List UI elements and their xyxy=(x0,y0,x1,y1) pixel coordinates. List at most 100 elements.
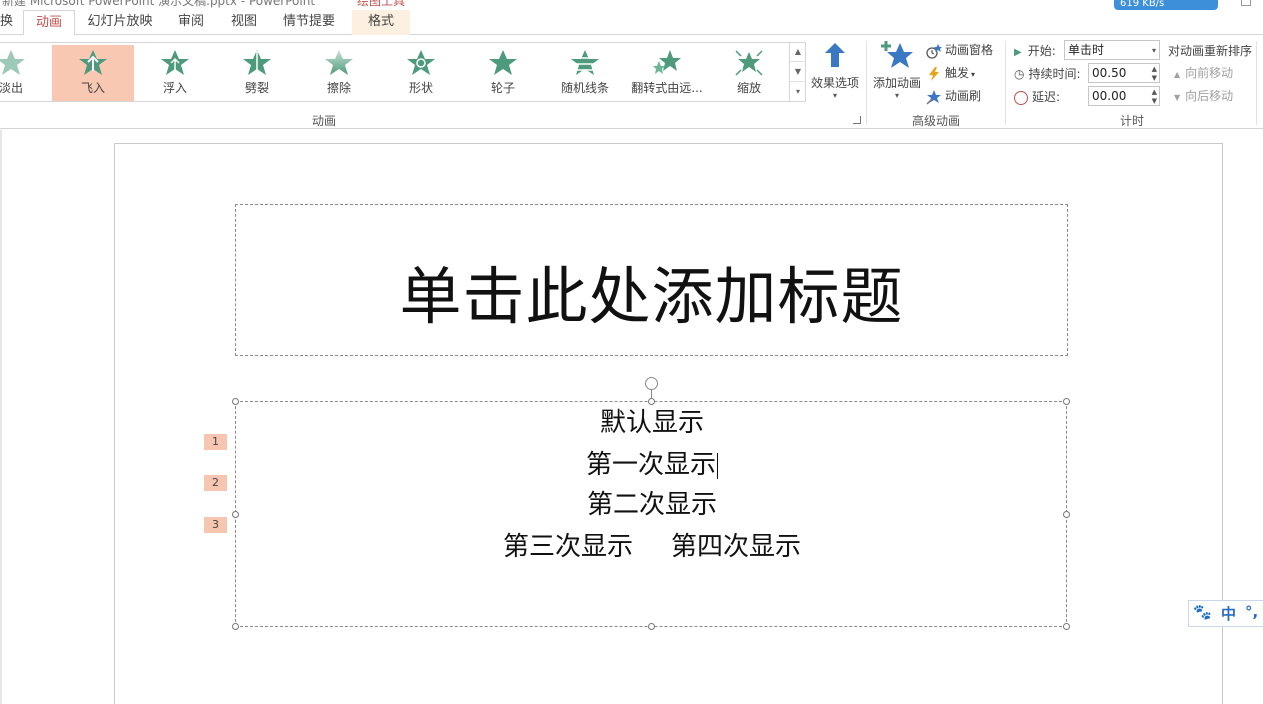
tab-view[interactable]: 视图 xyxy=(222,10,266,35)
gallery-expand-button[interactable]: ▾ xyxy=(790,82,806,102)
trigger-button[interactable]: 触发 ▾ xyxy=(926,63,975,83)
animation-label: 形状 xyxy=(408,81,433,95)
animation-order-tag[interactable]: 2 xyxy=(204,475,227,491)
chevron-down-icon: ▾ xyxy=(832,91,837,100)
animation-label: 劈裂 xyxy=(244,81,269,95)
chevron-down-icon: ▾ xyxy=(894,91,899,100)
body-line-third-fourth: 第三次显示 第四次显示 xyxy=(236,526,1068,563)
animation-label: 缩放 xyxy=(736,81,761,95)
delay-label: 延迟: xyxy=(1032,90,1061,104)
animation-painter-label: 动画刷 xyxy=(945,89,982,103)
animation-shape[interactable]: 形状 xyxy=(380,45,462,101)
ribbon: 淡出 飞入 浮入 劈裂 擦除 形状 轮子 随机线条 翻转式由远... 缩放 ▲ … xyxy=(0,35,1263,129)
ime-toolbar[interactable]: 🐾 中 °, xyxy=(1188,600,1263,627)
wheel-icon xyxy=(489,50,517,75)
animation-fade[interactable]: 淡出 xyxy=(0,45,52,101)
animation-zoom[interactable]: 缩放 xyxy=(708,45,790,101)
ime-mode[interactable]: 中 xyxy=(1221,603,1236,624)
context-group-label: 绘图工具 xyxy=(356,0,405,8)
animation-label: 浮入 xyxy=(162,81,187,95)
delay-input[interactable]: 00.00 ▲ ▼ xyxy=(1088,86,1160,106)
resize-handle[interactable] xyxy=(1063,623,1070,630)
animation-fly-in[interactable]: 飞入 xyxy=(52,45,134,101)
tab-slideshow[interactable]: 幻灯片放映 xyxy=(80,10,160,35)
gallery-scroller: ▲ ▼ ▾ xyxy=(789,42,806,102)
duration-label: 持续时间: xyxy=(1028,67,1081,81)
duration-field-label: ◷ 持续时间: xyxy=(1014,65,1081,82)
resize-handle[interactable] xyxy=(1063,398,1070,405)
arrow-up-icon xyxy=(825,43,845,67)
tab-review[interactable]: 审阅 xyxy=(168,10,214,35)
duration-input[interactable]: 00.50 ▲ ▼ xyxy=(1088,63,1160,83)
body-line-third: 第三次显示 xyxy=(502,532,633,562)
gallery-scroll-up-button[interactable]: ▲ xyxy=(790,42,806,62)
animation-order-tag[interactable]: 3 xyxy=(204,517,227,533)
animation-dialog-launcher[interactable] xyxy=(853,116,861,124)
move-earlier-label: 向前移动 xyxy=(1185,66,1234,80)
split-icon xyxy=(243,50,271,75)
spin-up-icon[interactable]: ▲ xyxy=(1152,88,1157,96)
body-line-second: 第二次显示 xyxy=(586,490,717,520)
text-cursor xyxy=(717,453,718,479)
title-placeholder[interactable]: 单击此处添加标题 xyxy=(235,204,1068,356)
duration-value: 00.50 xyxy=(1092,66,1127,80)
title-bar: 新建 Microsoft PowerPoint 演示文稿.pptx - Powe… xyxy=(0,0,1263,10)
animation-split[interactable]: 劈裂 xyxy=(216,45,298,101)
spin-down-icon[interactable]: ▼ xyxy=(1152,74,1157,82)
animation-label: 翻转式由远... xyxy=(631,81,703,95)
add-animation-button[interactable]: 添加动画 ▾ xyxy=(870,39,924,100)
animation-painter-icon xyxy=(926,89,941,105)
separator xyxy=(1256,41,1257,125)
body-line-first: 第一次显示 xyxy=(236,444,1068,481)
zoom-icon xyxy=(735,50,763,76)
separator xyxy=(1005,41,1006,125)
animation-float-in[interactable]: 浮入 xyxy=(134,45,216,101)
move-later-button[interactable]: ▼ 向后移动 xyxy=(1174,86,1233,106)
animation-order-tag[interactable]: 1 xyxy=(204,434,227,450)
resize-handle[interactable] xyxy=(1063,511,1070,518)
animation-random-bars[interactable]: 随机线条 xyxy=(544,45,626,101)
float-in-icon xyxy=(161,50,189,75)
slide-workspace: 单击此处添加标题 默认显示 第一次显示 第二次显示 第三次显示 第四次显示 1 2… xyxy=(0,130,1263,704)
ime-punctuation[interactable]: °, xyxy=(1245,603,1258,621)
move-earlier-button[interactable]: ▲ 向前移动 xyxy=(1174,63,1233,83)
spin-up-icon[interactable]: ▲ xyxy=(1152,65,1157,73)
spin-down-icon[interactable]: ▼ xyxy=(1152,97,1157,105)
resize-handle[interactable] xyxy=(232,623,239,630)
ribbon-tabs: 切换 动画 幻灯片放映 审阅 视图 情节提要 格式 xyxy=(0,10,1263,36)
document-title: 新建 Microsoft PowerPoint 演示文稿.pptx - Powe… xyxy=(2,0,316,8)
resize-handle[interactable] xyxy=(232,398,239,405)
triangle-up-icon: ▲ xyxy=(1174,70,1181,79)
animation-gallery: 淡出 飞入 浮入 劈裂 擦除 形状 轮子 随机线条 翻转式由远... 缩放 ▲ … xyxy=(0,42,806,102)
slide-canvas[interactable]: 单击此处添加标题 默认显示 第一次显示 第二次显示 第三次显示 第四次显示 xyxy=(114,143,1223,704)
animation-painter-button[interactable]: 动画刷 xyxy=(926,86,981,106)
tab-format[interactable]: 格式 xyxy=(352,10,410,35)
animation-wipe[interactable]: 擦除 xyxy=(298,45,380,101)
fade-icon xyxy=(0,50,25,75)
resize-handle[interactable] xyxy=(648,623,655,630)
delay-value: 00.00 xyxy=(1092,89,1127,103)
network-speed-badge: 619 KB/s xyxy=(1114,0,1218,10)
group-label-advanced: 高级动画 xyxy=(912,114,961,128)
chevron-down-icon: ▾ xyxy=(971,70,976,79)
restore-window-button[interactable] xyxy=(1241,0,1251,6)
triangle-down-icon: ▼ xyxy=(1174,93,1181,102)
tab-transitions[interactable]: 切换 xyxy=(0,10,14,35)
start-label: 开始: xyxy=(1027,44,1056,58)
start-dropdown[interactable]: 单击时 ▾ xyxy=(1064,40,1160,60)
lightning-icon xyxy=(929,66,939,81)
paw-icon[interactable]: 🐾 xyxy=(1193,603,1212,621)
animation-grow-turn[interactable]: 翻转式由远... xyxy=(626,45,708,101)
rotate-handle[interactable] xyxy=(645,377,658,390)
animation-pane-button[interactable]: 动画窗格 xyxy=(926,40,993,60)
content-placeholder[interactable]: 默认显示 第一次显示 第二次显示 第三次显示 第四次显示 xyxy=(232,398,1070,630)
tab-animations[interactable]: 动画 xyxy=(23,10,75,36)
resize-handle[interactable] xyxy=(648,398,655,405)
animation-wheel[interactable]: 轮子 xyxy=(462,45,544,101)
resize-handle[interactable] xyxy=(232,511,239,518)
gallery-scroll-down-button[interactable]: ▼ xyxy=(790,62,806,82)
tab-storyboard[interactable]: 情节提要 xyxy=(276,10,342,35)
thumbnail-pane-edge xyxy=(0,130,2,704)
effect-options-button[interactable]: 效果选项 ▾ xyxy=(808,41,862,100)
add-animation-label: 添加动画 xyxy=(872,76,921,90)
